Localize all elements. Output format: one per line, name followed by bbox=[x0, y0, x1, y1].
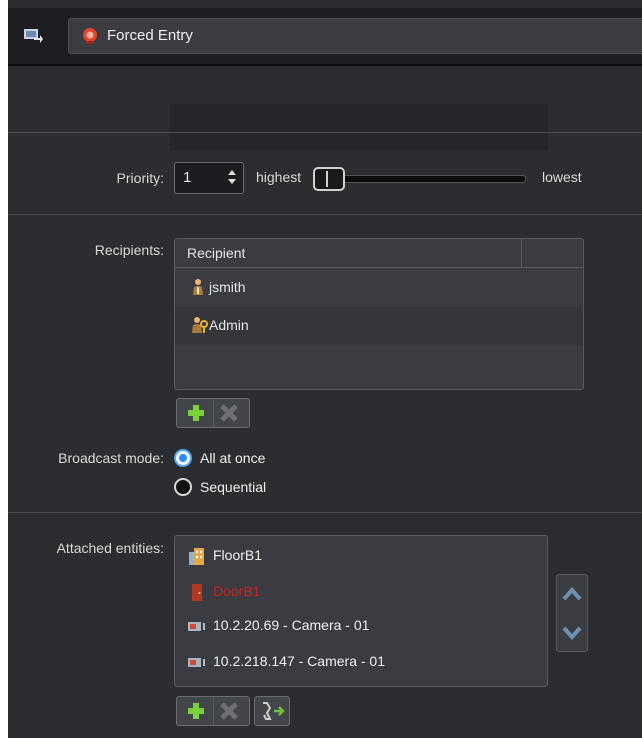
entity-row[interactable]: DoorB1 bbox=[175, 574, 547, 610]
admin-user-icon bbox=[192, 317, 208, 333]
divider bbox=[8, 214, 642, 215]
recipients-header: Recipient bbox=[175, 239, 583, 268]
entity-name: DoorB1 bbox=[213, 583, 261, 599]
broadcast-sequential-option[interactable]: Sequential bbox=[174, 478, 266, 496]
alarm-name: Forced Entry bbox=[107, 27, 193, 44]
alarm-config-icon[interactable] bbox=[22, 24, 44, 46]
recipient-name: jsmith bbox=[209, 279, 246, 295]
priority-highest-label: highest bbox=[256, 169, 302, 185]
recipients-buttons bbox=[176, 398, 250, 428]
empty-area bbox=[170, 104, 548, 150]
alarm-name-field[interactable]: Forced Entry bbox=[68, 18, 642, 54]
remove-icon bbox=[220, 702, 238, 720]
floor-icon bbox=[189, 548, 204, 565]
move-down-icon[interactable] bbox=[557, 616, 587, 654]
add-icon bbox=[188, 703, 204, 719]
recipient-column-header[interactable]: Recipient bbox=[187, 245, 245, 261]
divider bbox=[8, 512, 642, 513]
entity-row[interactable]: FloorB1 bbox=[175, 538, 547, 574]
alarm-icon bbox=[81, 27, 99, 45]
remove-icon bbox=[220, 404, 238, 422]
broadcast-mode-label: Broadcast mode: bbox=[58, 450, 164, 466]
door-icon bbox=[192, 584, 202, 601]
spinner-arrows-icon[interactable] bbox=[227, 167, 237, 187]
remove-recipient-button[interactable] bbox=[213, 399, 244, 427]
user-icon bbox=[193, 279, 203, 295]
radio-label: Sequential bbox=[200, 479, 267, 495]
divider bbox=[8, 132, 642, 133]
priority-slider[interactable] bbox=[318, 175, 526, 183]
title-bar: Forced Entry bbox=[8, 8, 642, 66]
recipient-row[interactable]: jsmith bbox=[175, 269, 583, 307]
tools-icon bbox=[263, 702, 285, 720]
entity-row[interactable]: 10.2.218.147 - Camera - 01 bbox=[175, 644, 547, 680]
entity-row[interactable]: 10.2.20.69 - Camera - 01 bbox=[175, 608, 547, 644]
entity-name: 10.2.218.147 - Camera - 01 bbox=[213, 653, 385, 669]
left-edge bbox=[0, 0, 8, 738]
entity-name: 10.2.20.69 - Camera - 01 bbox=[213, 617, 370, 633]
recipients-list[interactable]: Recipient jsmith Admin bbox=[174, 238, 584, 390]
recipients-label: Recipients: bbox=[94, 242, 164, 258]
priority-label: Priority: bbox=[116, 170, 164, 186]
radio-button-selected[interactable] bbox=[174, 449, 192, 467]
priority-spinner[interactable]: 1 bbox=[174, 162, 244, 194]
broadcast-all-at-once-option[interactable]: All at once bbox=[174, 449, 265, 467]
radio-button[interactable] bbox=[174, 478, 192, 496]
entities-buttons bbox=[176, 696, 250, 726]
entity-tool-button[interactable] bbox=[254, 696, 290, 726]
radio-label: All at once bbox=[200, 450, 266, 466]
entity-name: FloorB1 bbox=[213, 547, 263, 563]
priority-value: 1 bbox=[183, 169, 192, 186]
remove-entity-button[interactable] bbox=[213, 697, 244, 725]
camera-icon bbox=[188, 622, 205, 631]
reorder-buttons bbox=[556, 574, 588, 652]
add-entity-button[interactable] bbox=[181, 697, 211, 725]
recipient-name: Admin bbox=[209, 317, 249, 333]
add-icon bbox=[188, 405, 204, 421]
attached-entities-label: Attached entities: bbox=[56, 540, 164, 556]
alarm-properties-panel: Forced Entry Priority: 1 highest lowest … bbox=[0, 0, 642, 738]
attached-entities-list[interactable]: FloorB1 DoorB1 10.2.20.69 - Camera - 01 bbox=[174, 535, 548, 687]
move-up-icon[interactable] bbox=[557, 575, 587, 613]
add-recipient-button[interactable] bbox=[181, 399, 211, 427]
camera-icon bbox=[188, 658, 205, 667]
priority-lowest-label: lowest bbox=[542, 169, 582, 185]
priority-slider-thumb[interactable] bbox=[313, 167, 345, 191]
recipient-row[interactable]: Admin bbox=[175, 307, 583, 345]
